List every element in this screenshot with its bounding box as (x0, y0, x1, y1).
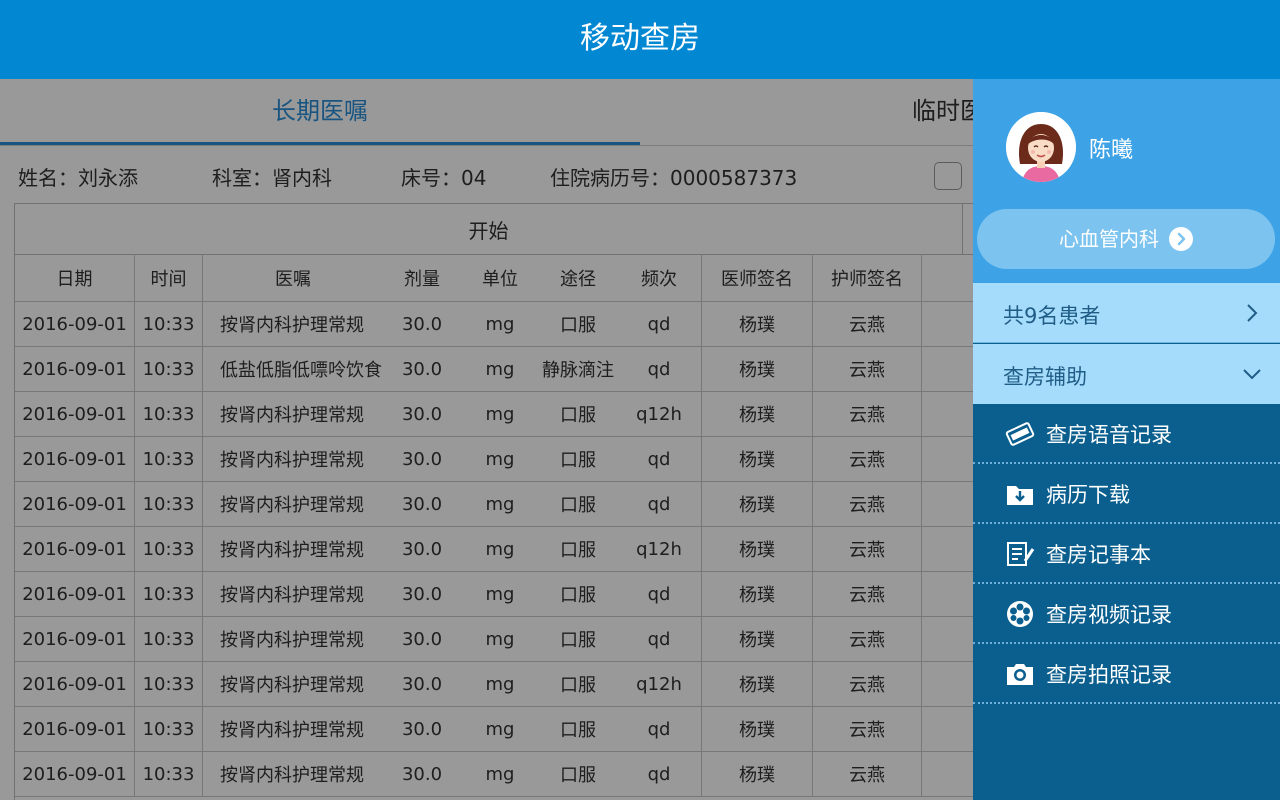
notebook-icon (1007, 542, 1035, 566)
avatar-illustration (1006, 112, 1076, 182)
user-name: 陈曦 (1089, 138, 1134, 163)
drawer-profile: 陈曦 心血管内科 (973, 79, 1280, 283)
department-button[interactable]: 心血管内科 (977, 209, 1275, 269)
menu-photo-record-label: 查房拍照记录 (1046, 663, 1172, 687)
assist-menu: 查房语音记录 病历下载 查房记事本 查房视频记录 查房拍照记录 (973, 404, 1280, 704)
side-drawer: 陈曦 心血管内科 共9名患者 查房辅助 查房语音记录 病历下载 查房记事本 查房… (973, 79, 1280, 800)
film-reel-icon (1007, 601, 1033, 627)
voice-card-icon (1005, 422, 1035, 446)
menu-notebook[interactable]: 查房记事本 (973, 524, 1280, 584)
chevron-right-icon (1247, 304, 1258, 322)
menu-video-record[interactable]: 查房视频记录 (973, 584, 1280, 644)
rounds-assist-row[interactable]: 查房辅助 (973, 344, 1280, 404)
app-header: 移动查房 (0, 0, 1280, 79)
camera-icon (1007, 664, 1033, 685)
dim-overlay[interactable] (0, 79, 973, 800)
menu-notebook-label: 查房记事本 (1046, 543, 1151, 567)
chevron-right-circle-icon (1169, 226, 1193, 251)
menu-record-download[interactable]: 病历下载 (973, 464, 1280, 524)
rounds-assist-label: 查房辅助 (1003, 365, 1087, 389)
chevron-down-icon (1243, 369, 1261, 380)
patient-count-row[interactable]: 共9名患者 (973, 283, 1280, 343)
app-title: 移动查房 (580, 21, 700, 56)
menu-video-record-label: 查房视频记录 (1046, 603, 1172, 627)
patient-count-label: 共9名患者 (1003, 304, 1101, 328)
menu-voice-record[interactable]: 查房语音记录 (973, 404, 1280, 464)
download-folder-icon (1007, 486, 1033, 505)
user-avatar[interactable] (1006, 112, 1076, 182)
department-label: 心血管内科 (1059, 227, 1159, 251)
menu-record-download-label: 病历下载 (1046, 483, 1130, 507)
menu-photo-record[interactable]: 查房拍照记录 (973, 644, 1280, 704)
menu-voice-record-label: 查房语音记录 (1046, 423, 1172, 447)
